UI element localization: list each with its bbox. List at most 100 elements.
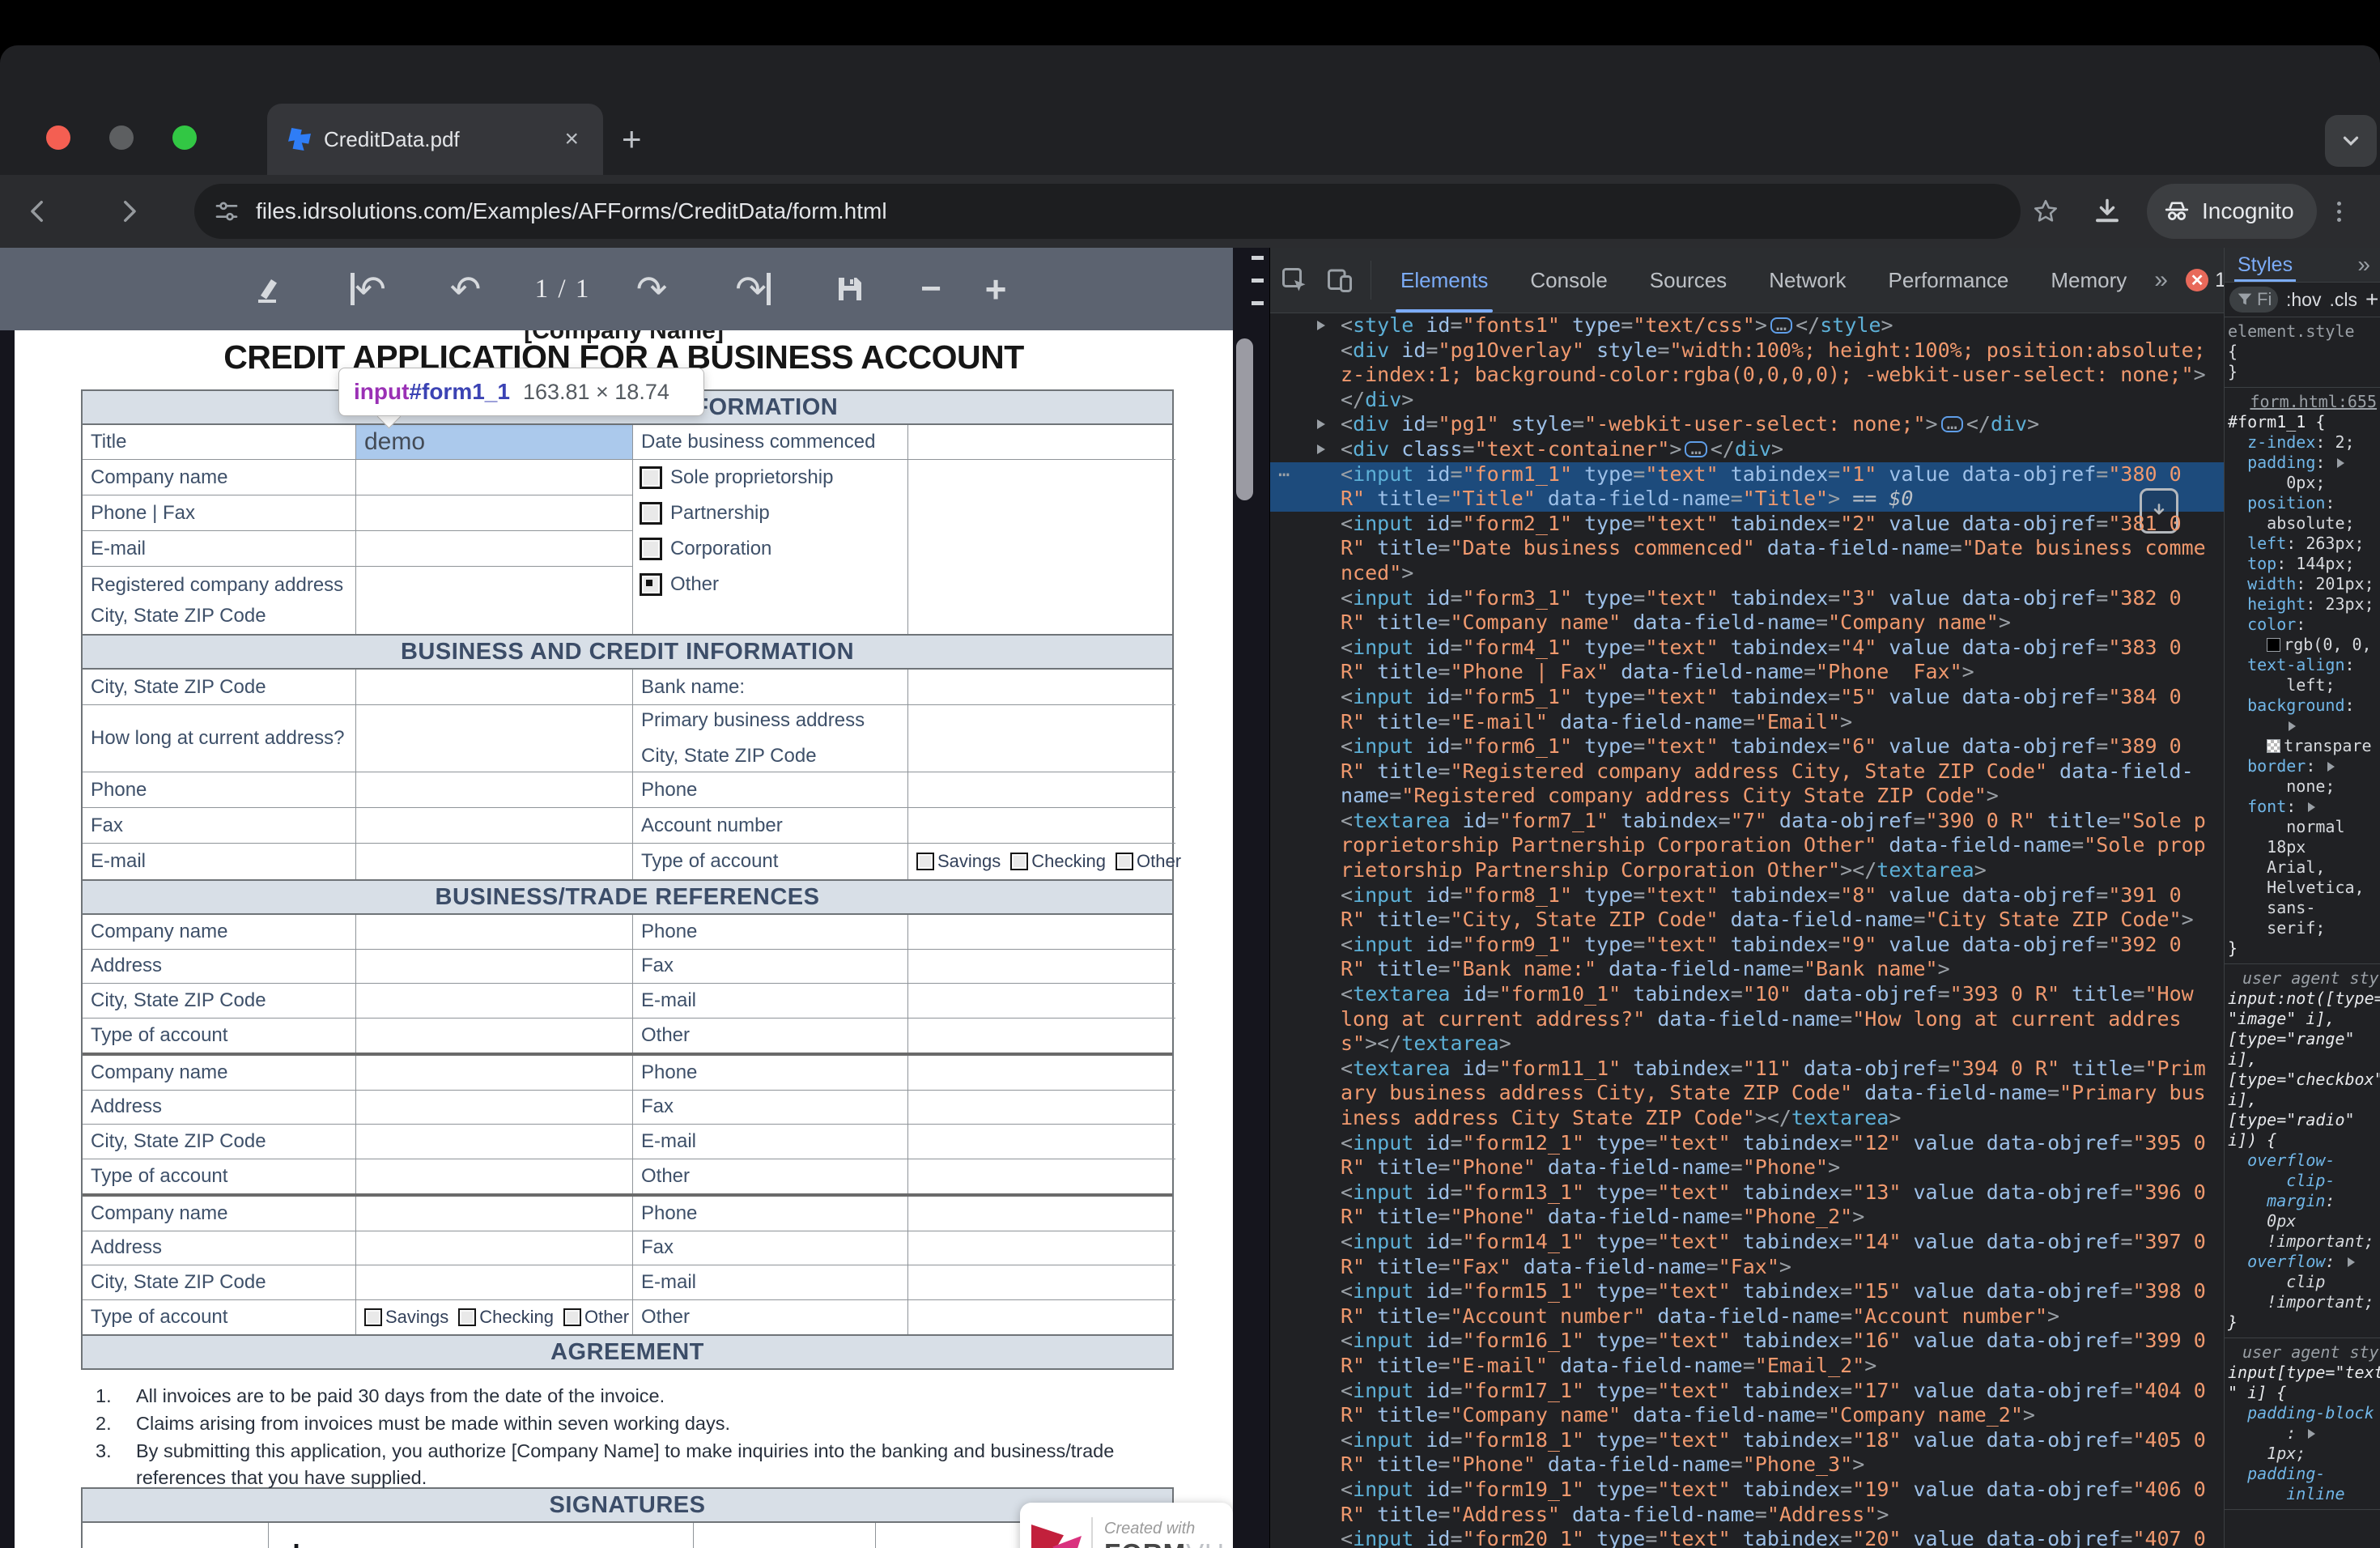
zoom-out-button[interactable]: − [907, 248, 955, 330]
code-line[interactable]: iness address City State ZIP Code"></tex… [1270, 1106, 2224, 1131]
devtools-tab-performance[interactable]: Performance [1889, 248, 2009, 313]
site-settings-icon[interactable] [214, 198, 240, 224]
code-line[interactable]: R" title="Bank name:" data-field-name="B… [1270, 957, 2224, 982]
code-line[interactable]: R" title="Phone" data-field-name="Phone_… [1270, 1205, 2224, 1230]
code-line[interactable]: R" title="Title" data-field-name="Title"… [1270, 487, 2224, 534]
code-line[interactable]: long at current address?" data-field-nam… [1270, 1007, 2224, 1032]
code-line[interactable]: <input id="form12_1" type="text" tabinde… [1270, 1131, 2224, 1156]
devtools-tab-network[interactable]: Network [1769, 248, 1846, 313]
code-line[interactable]: <input id="form5_1" type="text" tabindex… [1270, 685, 2224, 710]
url-bar[interactable]: files.idrsolutions.com/Examples/AFForms/… [194, 184, 2021, 239]
account-type-checkboxes[interactable]: Savings Checking Other [364, 1302, 635, 1333]
code-line[interactable]: R" title="E-mail" data-field-name="Email… [1270, 1354, 2224, 1379]
code-line[interactable]: <textarea id="form7_1" tabindex="7" data… [1270, 809, 2224, 834]
window-close-button[interactable] [46, 125, 70, 150]
first-page-button[interactable]: ↶ [340, 248, 397, 330]
code-line[interactable]: <input id="form2_1" type="text" tabindex… [1270, 512, 2224, 537]
checkbox[interactable] [640, 466, 662, 489]
error-badge[interactable]: ✕ 1 [2186, 269, 2226, 292]
code-line[interactable]: R" title="Address" data-field-name="Addr… [1270, 1503, 2224, 1528]
code-line[interactable]: <textarea id="form10_1" tabindex="10" da… [1270, 982, 2224, 1007]
code-line[interactable]: <input id="form18_1" type="text" tabinde… [1270, 1428, 2224, 1453]
code-line[interactable]: <input id="form3_1" type="text" tabindex… [1270, 586, 2224, 611]
highlighted-input-cell[interactable]: demo [356, 425, 633, 460]
back-button[interactable] [16, 189, 60, 233]
code-line[interactable]: roprietorship Partnership Corporation Ot… [1270, 833, 2224, 858]
code-line[interactable]: <textarea id="form11_1" tabindex="11" da… [1270, 1057, 2224, 1082]
reload-button[interactable] [131, 189, 175, 233]
code-line[interactable]: R" title="Phone" data-field-name="Phone"… [1270, 1155, 2224, 1180]
code-line[interactable]: R" title="Registered company address Cit… [1270, 759, 2224, 785]
window-minimize-button[interactable] [109, 125, 134, 150]
redo-button[interactable]: ↷ [627, 248, 676, 330]
style-rule-section[interactable]: user agent sty input[type="text " i] { pad… [2225, 1338, 2380, 1510]
sidebar-more-tabs[interactable]: » [2357, 252, 2370, 278]
code-line[interactable]: <input id="form14_1" type="text" tabinde… [1270, 1230, 2224, 1255]
code-line[interactable]: <input id="form19_1" type="text" tabinde… [1270, 1478, 2224, 1503]
code-line[interactable]: <div id="pg1Overlay" style="width:100%; … [1270, 338, 2224, 364]
code-line[interactable]: <input id="form8_1" type="text" tabindex… [1270, 883, 2224, 908]
tab-styles[interactable]: Styles [2233, 248, 2297, 282]
code-line[interactable]: R" title="Date business commenced" data-… [1270, 536, 2224, 561]
devtools-tab-sources[interactable]: Sources [1650, 248, 1727, 313]
code-line[interactable]: <input id="form9_1" type="text" tabindex… [1270, 933, 2224, 958]
code-line[interactable]: s"></textarea> [1270, 1031, 2224, 1057]
style-rule-section[interactable]: element.style{} [2225, 317, 2380, 388]
code-line[interactable]: R" title="Phone | Fax" data-field-name="… [1270, 660, 2224, 685]
more-tabs-button[interactable]: » [2154, 248, 2168, 313]
checkbox[interactable] [640, 573, 662, 596]
account-type-checkboxes[interactable]: Savings Checking Other [916, 846, 1188, 877]
tab-close-icon[interactable]: × [564, 127, 579, 151]
styles-filter-input[interactable]: Filter [2229, 287, 2278, 313]
code-line[interactable]: R" title="Company name" data-field-name=… [1270, 1403, 2224, 1428]
checkbox[interactable] [640, 538, 662, 560]
signature-tool-button[interactable] [243, 248, 291, 330]
new-tab-button[interactable]: + [622, 122, 642, 156]
code-line[interactable]: <input id="form4_1" type="text" tabindex… [1270, 636, 2224, 661]
style-rule-section[interactable]: user agent sty input:not([type= "image" i]… [2225, 964, 2380, 1338]
url-text[interactable]: files.idrsolutions.com/Examples/AFForms/… [256, 198, 887, 224]
code-line[interactable]: <input id="form1_1" type="text" tabindex… [1270, 461, 2224, 487]
code-line[interactable]: </div> [1270, 388, 2224, 413]
code-line[interactable]: <input id="form15_1" type="text" tabinde… [1270, 1279, 2224, 1304]
code-line[interactable]: <input id="form16_1" type="text" tabinde… [1270, 1329, 2224, 1354]
devtools-tab-memory[interactable]: Memory [2051, 248, 2127, 313]
bookmark-button[interactable] [2024, 189, 2068, 233]
download-button[interactable] [2085, 189, 2129, 233]
undo-button[interactable]: ↶ [441, 248, 490, 330]
code-line[interactable]: <input id="form17_1" type="text" tabinde… [1270, 1379, 2224, 1404]
code-line[interactable]: <input id="form20_1" type="text" tabinde… [1270, 1527, 2224, 1548]
code-line[interactable]: z-index:1; background-color:rgba(0,0,0,0… [1270, 363, 2224, 388]
devtools-tab-console[interactable]: Console [1530, 248, 1607, 313]
browser-tab[interactable]: CreditData.pdf × [267, 104, 603, 175]
last-page-button[interactable]: ↷ [725, 248, 781, 330]
pdf-scrollbar-thumb[interactable] [1236, 338, 1253, 500]
code-line[interactable]: <input id="form6_1" type="text" tabindex… [1270, 734, 2224, 759]
code-line[interactable]: ary business address City, State ZIP Cod… [1270, 1081, 2224, 1106]
toggle-classes-button[interactable]: .cls [2329, 289, 2357, 311]
window-zoom-button[interactable] [172, 125, 197, 150]
code-line[interactable]: <style id="fonts1" type="text/css">… </st… [1270, 313, 2224, 338]
device-toolbar-button[interactable] [1322, 262, 1358, 298]
code-line[interactable]: name="Registered company address City St… [1270, 784, 2224, 809]
code-line[interactable]: <input id="form13_1" type="text" tabinde… [1270, 1180, 2224, 1206]
code-line[interactable]: <div class="text-container">… </div> [1270, 437, 2224, 462]
code-line[interactable]: R" title="Fax" data-field-name="Fax"> [1270, 1255, 2224, 1280]
code-line[interactable]: R" title="Phone" data-field-name="Phone_… [1270, 1452, 2224, 1478]
tab-search-button[interactable] [2325, 115, 2377, 167]
code-line[interactable]: nced"> [1270, 561, 2224, 586]
save-button[interactable] [826, 248, 874, 330]
toggle-hover-state-button[interactable]: :hov [2286, 289, 2321, 311]
code-line[interactable]: R" title="Account number" data-field-nam… [1270, 1304, 2224, 1329]
code-line[interactable]: R" title="Company name" data-field-name=… [1270, 610, 2224, 636]
code-line[interactable]: <div id="pg1" style="-webkit-user-select… [1270, 412, 2224, 437]
style-rule-section[interactable]: form.html:655 #form1_1 { z-index: 2; padd… [2225, 388, 2380, 964]
devtools-tab-elements[interactable]: Elements [1395, 248, 1494, 313]
checkbox[interactable] [640, 502, 662, 525]
code-line[interactable]: R" title="E-mail" data-field-name="Email… [1270, 710, 2224, 735]
stylesheet-link[interactable]: form.html:655 [2228, 392, 2380, 412]
code-line[interactable]: rietorship Partnership Corporation Other… [1270, 858, 2224, 883]
inspect-element-button[interactable] [1277, 262, 1312, 298]
browser-menu-button[interactable] [2317, 189, 2361, 233]
code-line[interactable]: R" title="City, State ZIP Code" data-fie… [1270, 908, 2224, 933]
